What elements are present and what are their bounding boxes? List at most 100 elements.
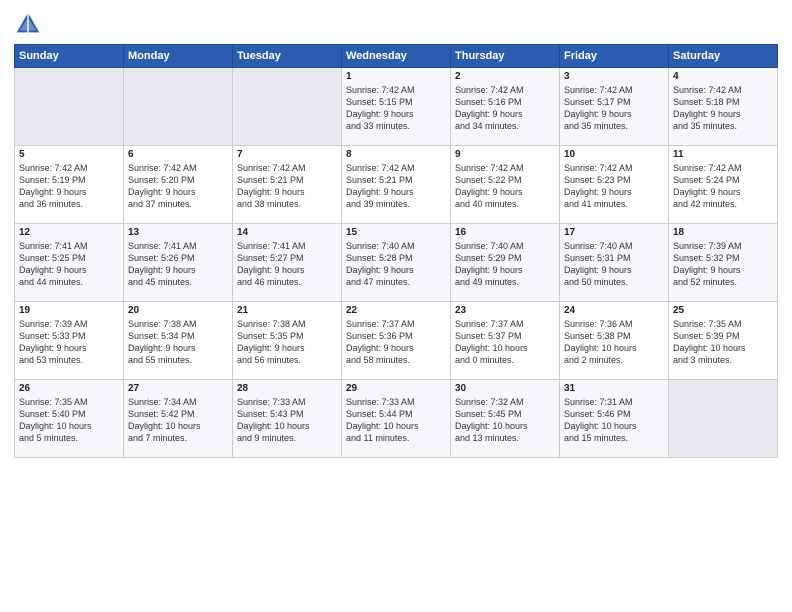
day-number: 10 [564, 149, 664, 160]
day-number: 8 [346, 149, 446, 160]
cell-info: Sunrise: 7:35 AM Sunset: 5:40 PM Dayligh… [19, 397, 92, 443]
day-header-tuesday: Tuesday [233, 45, 342, 68]
week-row-3: 12 Sunrise: 7:41 AM Sunset: 5:25 PM Dayli… [15, 224, 778, 302]
day-number: 25 [673, 305, 773, 316]
day-number: 14 [237, 227, 337, 238]
day-number: 4 [673, 71, 773, 82]
calendar-cell: 3 Sunrise: 7:42 AM Sunset: 5:17 PM Daylig… [560, 68, 669, 146]
calendar-cell: 14Sunrise: 7:41 AM Sunset: 5:27 PM Dayli… [233, 224, 342, 302]
cell-info: Sunrise: 7:42 AM Sunset: 5:24 PM Dayligh… [673, 163, 742, 209]
calendar-cell: 15 Sunrise: 7:40 AM Sunset: 5:28 PM Dayli… [342, 224, 451, 302]
cell-info: Sunrise: 7:40 AM Sunset: 5:31 PM Dayligh… [564, 241, 633, 287]
calendar-cell: 18Sunrise: 7:39 AM Sunset: 5:32 PM Dayli… [669, 224, 778, 302]
day-number: 29 [346, 383, 446, 394]
day-number: 31 [564, 383, 664, 394]
calendar-cell: 11 Sunrise: 7:42 AM Sunset: 5:24 PM Dayli… [669, 146, 778, 224]
calendar-cell: 21Sunrise: 7:38 AM Sunset: 5:35 PM Dayli… [233, 302, 342, 380]
calendar-cell: 9 Sunrise: 7:42 AM Sunset: 5:22 PM Daylig… [451, 146, 560, 224]
day-number: 7 [237, 149, 337, 160]
cell-info: Sunrise: 7:42 AM Sunset: 5:18 PM Dayligh… [673, 85, 742, 131]
cell-info: Sunrise: 7:40 AM Sunset: 5:28 PM Dayligh… [346, 241, 415, 287]
cell-info: Sunrise: 7:42 AM Sunset: 5:23 PM Dayligh… [564, 163, 633, 209]
calendar-cell: 7 Sunrise: 7:42 AM Sunset: 5:21 PM Daylig… [233, 146, 342, 224]
calendar-cell: 8 Sunrise: 7:42 AM Sunset: 5:21 PM Daylig… [342, 146, 451, 224]
calendar-cell: 26 Sunrise: 7:35 AM Sunset: 5:40 PM Dayli… [15, 380, 124, 458]
cell-info: Sunrise: 7:41 AM Sunset: 5:25 PM Dayligh… [19, 241, 88, 287]
calendar-cell: 25 Sunrise: 7:35 AM Sunset: 5:39 PM Dayli… [669, 302, 778, 380]
cell-info: Sunrise: 7:31 AM Sunset: 5:46 PM Dayligh… [564, 397, 637, 443]
calendar-cell: 23Sunrise: 7:37 AM Sunset: 5:37 PM Dayli… [451, 302, 560, 380]
cell-info: Sunrise: 7:39 AM Sunset: 5:32 PM Dayligh… [673, 241, 742, 287]
day-number: 24 [564, 305, 664, 316]
cell-info: Sunrise: 7:39 AM Sunset: 5:33 PM Dayligh… [19, 319, 88, 365]
cell-info: Sunrise: 7:32 AM Sunset: 5:45 PM Dayligh… [455, 397, 528, 443]
day-number: 23 [455, 305, 555, 316]
day-number: 17 [564, 227, 664, 238]
day-number: 19 [19, 305, 119, 316]
day-number: 3 [564, 71, 664, 82]
week-row-5: 26 Sunrise: 7:35 AM Sunset: 5:40 PM Dayli… [15, 380, 778, 458]
day-header-sunday: Sunday [15, 45, 124, 68]
logo-icon [14, 10, 42, 38]
cell-info: Sunrise: 7:41 AM Sunset: 5:26 PM Dayligh… [128, 241, 197, 287]
day-header-friday: Friday [560, 45, 669, 68]
day-number: 13 [128, 227, 228, 238]
day-number: 27 [128, 383, 228, 394]
day-number: 1 [346, 71, 446, 82]
cell-info: Sunrise: 7:42 AM Sunset: 5:15 PM Dayligh… [346, 85, 415, 131]
calendar-cell: 1 Sunrise: 7:42 AM Sunset: 5:15 PM Daylig… [342, 68, 451, 146]
calendar-cell: 20Sunrise: 7:38 AM Sunset: 5:34 PM Dayli… [124, 302, 233, 380]
calendar-cell: 22 Sunrise: 7:37 AM Sunset: 5:36 PM Dayli… [342, 302, 451, 380]
day-header-monday: Monday [124, 45, 233, 68]
calendar-cell: 19 Sunrise: 7:39 AM Sunset: 5:33 PM Dayli… [15, 302, 124, 380]
calendar-cell: 12 Sunrise: 7:41 AM Sunset: 5:25 PM Dayli… [15, 224, 124, 302]
cell-info: Sunrise: 7:42 AM Sunset: 5:22 PM Dayligh… [455, 163, 524, 209]
calendar-cell [124, 68, 233, 146]
week-row-1: 1 Sunrise: 7:42 AM Sunset: 5:15 PM Daylig… [15, 68, 778, 146]
calendar-cell [15, 68, 124, 146]
week-row-2: 5Sunrise: 7:42 AM Sunset: 5:19 PM Daylig… [15, 146, 778, 224]
day-number: 2 [455, 71, 555, 82]
calendar-table: SundayMondayTuesdayWednesdayThursdayFrid… [14, 44, 778, 458]
day-number: 6 [128, 149, 228, 160]
calendar-cell: 2 Sunrise: 7:42 AM Sunset: 5:16 PM Daylig… [451, 68, 560, 146]
day-number: 26 [19, 383, 119, 394]
cell-info: Sunrise: 7:35 AM Sunset: 5:39 PM Dayligh… [673, 319, 746, 365]
calendar-cell: 28Sunrise: 7:33 AM Sunset: 5:43 PM Dayli… [233, 380, 342, 458]
day-number: 16 [455, 227, 555, 238]
cell-info: Sunrise: 7:42 AM Sunset: 5:20 PM Dayligh… [128, 163, 197, 209]
calendar-cell: 29 Sunrise: 7:33 AM Sunset: 5:44 PM Dayli… [342, 380, 451, 458]
calendar-cell: 17 Sunrise: 7:40 AM Sunset: 5:31 PM Dayli… [560, 224, 669, 302]
cell-info: Sunrise: 7:42 AM Sunset: 5:16 PM Dayligh… [455, 85, 524, 131]
logo [14, 10, 46, 38]
day-number: 9 [455, 149, 555, 160]
cell-info: Sunrise: 7:42 AM Sunset: 5:21 PM Dayligh… [237, 163, 306, 209]
day-number: 11 [673, 149, 773, 160]
day-number: 15 [346, 227, 446, 238]
calendar-cell: 10 Sunrise: 7:42 AM Sunset: 5:23 PM Dayli… [560, 146, 669, 224]
day-header-thursday: Thursday [451, 45, 560, 68]
cell-info: Sunrise: 7:34 AM Sunset: 5:42 PM Dayligh… [128, 397, 201, 443]
calendar-cell: 6 Sunrise: 7:42 AM Sunset: 5:20 PM Daylig… [124, 146, 233, 224]
header-row [14, 10, 778, 38]
cell-info: Sunrise: 7:42 AM Sunset: 5:19 PM Dayligh… [19, 163, 88, 209]
day-number: 28 [237, 383, 337, 394]
day-number: 22 [346, 305, 446, 316]
calendar-cell: 4 Sunrise: 7:42 AM Sunset: 5:18 PM Daylig… [669, 68, 778, 146]
day-number: 20 [128, 305, 228, 316]
calendar-cell: 24Sunrise: 7:36 AM Sunset: 5:38 PM Dayli… [560, 302, 669, 380]
calendar-cell: 5Sunrise: 7:42 AM Sunset: 5:19 PM Daylig… [15, 146, 124, 224]
cell-info: Sunrise: 7:37 AM Sunset: 5:36 PM Dayligh… [346, 319, 415, 365]
calendar-cell: 27 Sunrise: 7:34 AM Sunset: 5:42 PM Dayli… [124, 380, 233, 458]
day-number: 30 [455, 383, 555, 394]
cell-info: Sunrise: 7:42 AM Sunset: 5:17 PM Dayligh… [564, 85, 633, 131]
day-header-wednesday: Wednesday [342, 45, 451, 68]
calendar-container: SundayMondayTuesdayWednesdayThursdayFrid… [0, 0, 792, 466]
calendar-cell [669, 380, 778, 458]
calendar-cell [233, 68, 342, 146]
day-number: 12 [19, 227, 119, 238]
cell-info: Sunrise: 7:42 AM Sunset: 5:21 PM Dayligh… [346, 163, 415, 209]
cell-info: Sunrise: 7:33 AM Sunset: 5:44 PM Dayligh… [346, 397, 419, 443]
calendar-cell: 31 Sunrise: 7:31 AM Sunset: 5:46 PM Dayli… [560, 380, 669, 458]
week-row-4: 19 Sunrise: 7:39 AM Sunset: 5:33 PM Dayli… [15, 302, 778, 380]
